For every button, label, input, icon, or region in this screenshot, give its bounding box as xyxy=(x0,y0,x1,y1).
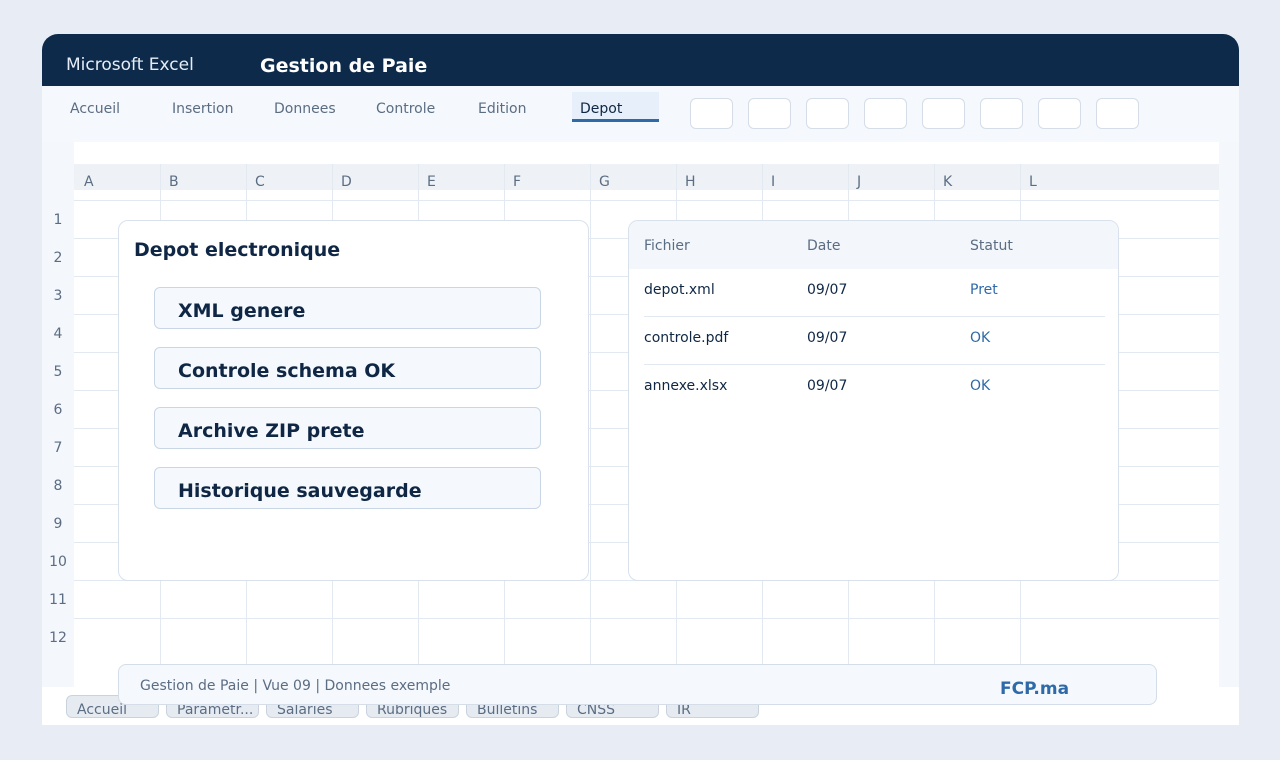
row-label-8[interactable]: 8 xyxy=(42,478,74,494)
column-label-d[interactable]: D xyxy=(341,174,352,190)
column-label-f[interactable]: F xyxy=(513,174,521,190)
ribbon-tab-controle[interactable]: Controle xyxy=(376,101,435,117)
header-fichier[interactable]: Fichier xyxy=(644,238,690,254)
column-label-g[interactable]: G xyxy=(599,174,610,190)
ribbon: Accueil Insertion Donnees Controle Editi… xyxy=(42,86,1239,142)
row-label-12[interactable]: 12 xyxy=(42,630,74,646)
ribbon-button-1[interactable] xyxy=(690,98,733,129)
ribbon-button-6[interactable] xyxy=(980,98,1023,129)
step-archive-zip[interactable]: Archive ZIP prete xyxy=(154,407,541,449)
cell-date: 09/07 xyxy=(807,378,848,394)
step-label: XML genere xyxy=(178,300,306,322)
table-row[interactable]: annexe.xlsx 09/07 OK xyxy=(644,365,1105,413)
ribbon-tab-edition[interactable]: Edition xyxy=(478,101,526,117)
row-label-3[interactable]: 3 xyxy=(42,288,74,304)
ribbon-button-5[interactable] xyxy=(922,98,965,129)
step-label: Controle schema OK xyxy=(178,360,396,382)
cell-statut: OK xyxy=(970,378,991,394)
step-label: Historique sauvegarde xyxy=(178,480,422,502)
cell-fichier: controle.pdf xyxy=(644,330,729,346)
app-name: Microsoft Excel xyxy=(66,55,194,75)
header-statut[interactable]: Statut xyxy=(970,238,1013,254)
ribbon-button-4[interactable] xyxy=(864,98,907,129)
grid-line xyxy=(74,618,1219,619)
ribbon-tab-accueil[interactable]: Accueil xyxy=(70,101,120,117)
table-row[interactable]: controle.pdf 09/07 OK xyxy=(644,317,1105,365)
table-header: Fichier Date Statut xyxy=(629,221,1118,269)
column-label-c[interactable]: C xyxy=(255,174,265,190)
depot-panel: Depot electronique XML genere Controle s… xyxy=(118,220,589,581)
step-xml-genere[interactable]: XML genere xyxy=(154,287,541,329)
row-label-4[interactable]: 4 xyxy=(42,326,74,342)
title-bar: Microsoft Excel Gestion de Paie xyxy=(42,34,1239,86)
column-label-a[interactable]: A xyxy=(84,174,94,190)
row-label-2[interactable]: 2 xyxy=(42,250,74,266)
cell-date: 09/07 xyxy=(807,330,848,346)
grid-line xyxy=(74,200,1219,201)
status-bar: Gestion de Paie | Vue 09 | Donnees exemp… xyxy=(118,664,1157,705)
row-label-5[interactable]: 5 xyxy=(42,364,74,380)
step-historique[interactable]: Historique sauvegarde xyxy=(154,467,541,509)
cell-fichier: depot.xml xyxy=(644,282,715,298)
table-row[interactable]: depot.xml 09/07 Pret xyxy=(644,269,1105,317)
cell-date: 09/07 xyxy=(807,282,848,298)
row-label-6[interactable]: 6 xyxy=(42,402,74,418)
document-title: Gestion de Paie xyxy=(260,55,428,77)
cell-fichier: annexe.xlsx xyxy=(644,378,728,394)
row-label-10[interactable]: 10 xyxy=(42,554,74,570)
cell-statut: Pret xyxy=(970,282,998,298)
column-label-b[interactable]: B xyxy=(169,174,179,190)
status-text: Gestion de Paie | Vue 09 | Donnees exemp… xyxy=(140,678,451,694)
ribbon-tab-insertion[interactable]: Insertion xyxy=(172,101,233,117)
row-label-9[interactable]: 9 xyxy=(42,516,74,532)
row-label-7[interactable]: 7 xyxy=(42,440,74,456)
brand-logo-text[interactable]: FCP.ma xyxy=(1000,679,1069,699)
depot-panel-title: Depot electronique xyxy=(134,239,341,261)
ribbon-button-3[interactable] xyxy=(806,98,849,129)
header-date[interactable]: Date xyxy=(807,238,840,254)
ribbon-button-7[interactable] xyxy=(1038,98,1081,129)
row-label-11[interactable]: 11 xyxy=(42,592,74,608)
ribbon-button-2[interactable] xyxy=(748,98,791,129)
grid-line xyxy=(590,164,591,684)
column-label-j[interactable]: J xyxy=(857,174,861,190)
step-controle-schema[interactable]: Controle schema OK xyxy=(154,347,541,389)
column-label-i[interactable]: I xyxy=(771,174,775,190)
step-label: Archive ZIP prete xyxy=(178,420,365,442)
column-label-k[interactable]: K xyxy=(943,174,952,190)
files-table-panel: Fichier Date Statut depot.xml 09/07 Pret… xyxy=(628,220,1119,581)
ribbon-tab-depot[interactable]: Depot xyxy=(572,92,659,122)
ribbon-button-8[interactable] xyxy=(1096,98,1139,129)
column-label-e[interactable]: E xyxy=(427,174,436,190)
column-label-h[interactable]: H xyxy=(685,174,696,190)
row-label-1[interactable]: 1 xyxy=(42,212,74,228)
ribbon-tab-donnees[interactable]: Donnees xyxy=(274,101,336,117)
column-label-l[interactable]: L xyxy=(1029,174,1037,190)
cell-statut: OK xyxy=(970,330,991,346)
